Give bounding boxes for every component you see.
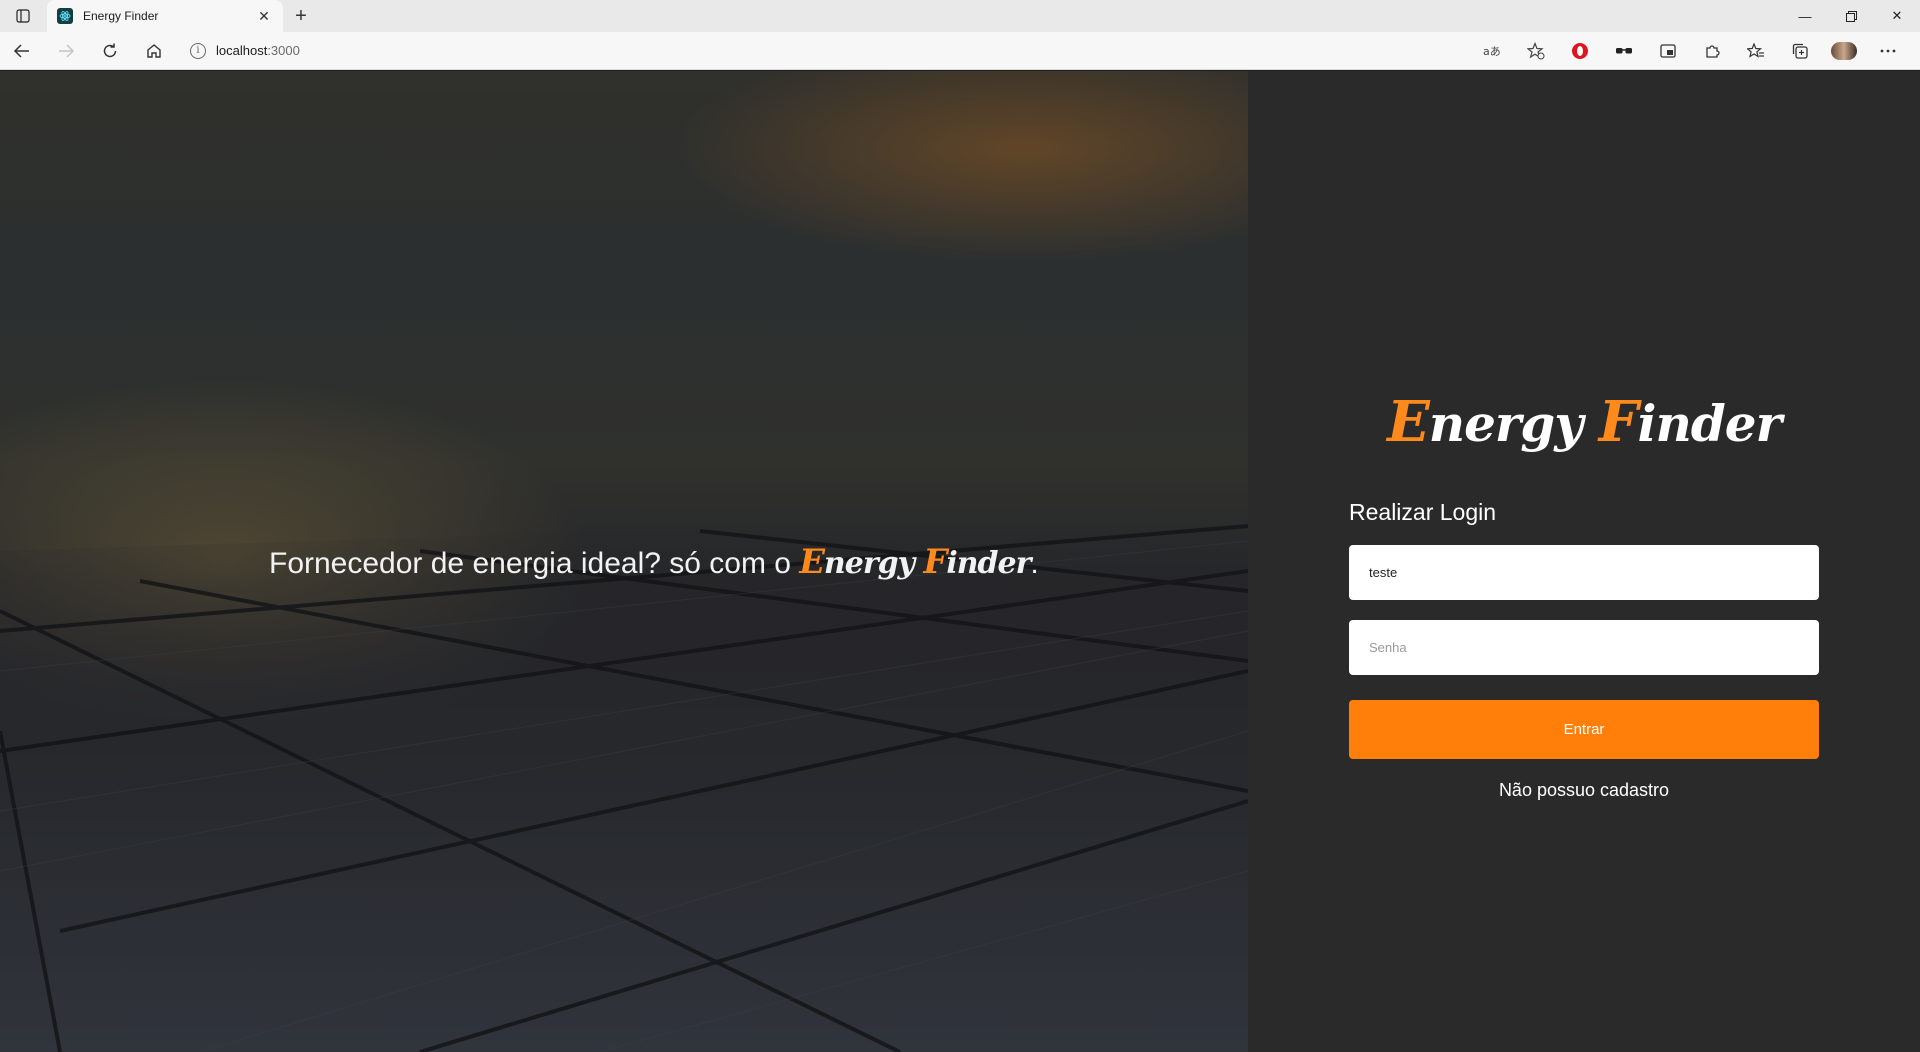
url-port: :3000	[267, 43, 300, 58]
hero-tagline-text: Fornecedor de energia ideal? só com o	[269, 547, 791, 580]
minimize-button[interactable]: —	[1782, 0, 1828, 32]
refresh-icon	[103, 43, 117, 57]
address-bar[interactable]: i localhost:3000	[190, 36, 1410, 66]
refresh-button[interactable]	[88, 32, 132, 70]
tab-title: Energy Finder	[83, 9, 159, 23]
picture-in-picture-icon[interactable]	[1646, 32, 1690, 70]
window-controls: — ✕	[1782, 0, 1920, 32]
home-button[interactable]	[132, 32, 176, 70]
browser-tab-active[interactable]: Energy Finder ✕	[47, 0, 283, 32]
toolbar-extensions: aあ	[1470, 32, 1920, 70]
site-info-icon[interactable]: i	[190, 42, 206, 59]
forward-button[interactable]	[44, 32, 88, 70]
collections-icon[interactable]	[1778, 32, 1822, 70]
page-content: Fornecedor de energia ideal? só com o En…	[0, 71, 1920, 1052]
register-link[interactable]: Não possuo cadastro	[1349, 780, 1819, 801]
restore-button[interactable]	[1828, 0, 1874, 32]
browser-titlebar: Energy Finder ✕ + — ✕	[0, 0, 1920, 32]
back-button[interactable]	[0, 32, 44, 70]
tab-close-icon[interactable]: ✕	[255, 7, 273, 25]
home-icon	[147, 43, 161, 58]
login-panel: Energy Finder Realizar Login Entrar Não …	[1248, 71, 1920, 1052]
hero-brand-logo: Energy Finder	[799, 541, 1031, 581]
tab-actions-icon	[16, 9, 30, 23]
close-icon: ✕	[1891, 8, 1903, 23]
arrow-left-icon	[13, 43, 29, 58]
svg-text:aあ: aあ	[1483, 45, 1501, 58]
favorites-icon[interactable]	[1734, 32, 1778, 70]
read-aloud-icon[interactable]: aあ	[1470, 32, 1514, 70]
password-input[interactable]	[1349, 620, 1819, 675]
add-favorite-icon[interactable]	[1514, 32, 1558, 70]
username-input[interactable]	[1349, 545, 1819, 600]
hero-brand-suffix: .	[1030, 547, 1039, 580]
window-close-button[interactable]: ✕	[1874, 0, 1920, 32]
login-title: Realizar Login	[1349, 499, 1497, 525]
browser-toolbar: i localhost:3000 aあ	[0, 32, 1920, 70]
react-favicon-icon	[57, 8, 73, 24]
hero-section: Fornecedor de energia ideal? só com o En…	[0, 71, 1248, 1052]
glasses-icon[interactable]	[1602, 32, 1646, 70]
opera-icon[interactable]	[1558, 32, 1602, 70]
tab-actions-button[interactable]	[0, 0, 46, 32]
brand-logo: Energy Finder	[1387, 389, 1782, 455]
login-submit-button[interactable]: Entrar	[1349, 700, 1819, 759]
extensions-icon[interactable]	[1690, 32, 1734, 70]
url-host: localhost	[216, 43, 268, 58]
profile-avatar[interactable]	[1822, 32, 1866, 70]
minimize-icon: —	[1798, 8, 1812, 24]
more-icon[interactable]	[1866, 32, 1910, 70]
plus-icon: +	[295, 4, 307, 27]
hero-tagline: Fornecedor de energia ideal? só com o En…	[269, 541, 1039, 581]
new-tab-button[interactable]: +	[283, 0, 319, 32]
restore-icon	[1845, 10, 1857, 22]
arrow-right-icon	[59, 43, 75, 58]
